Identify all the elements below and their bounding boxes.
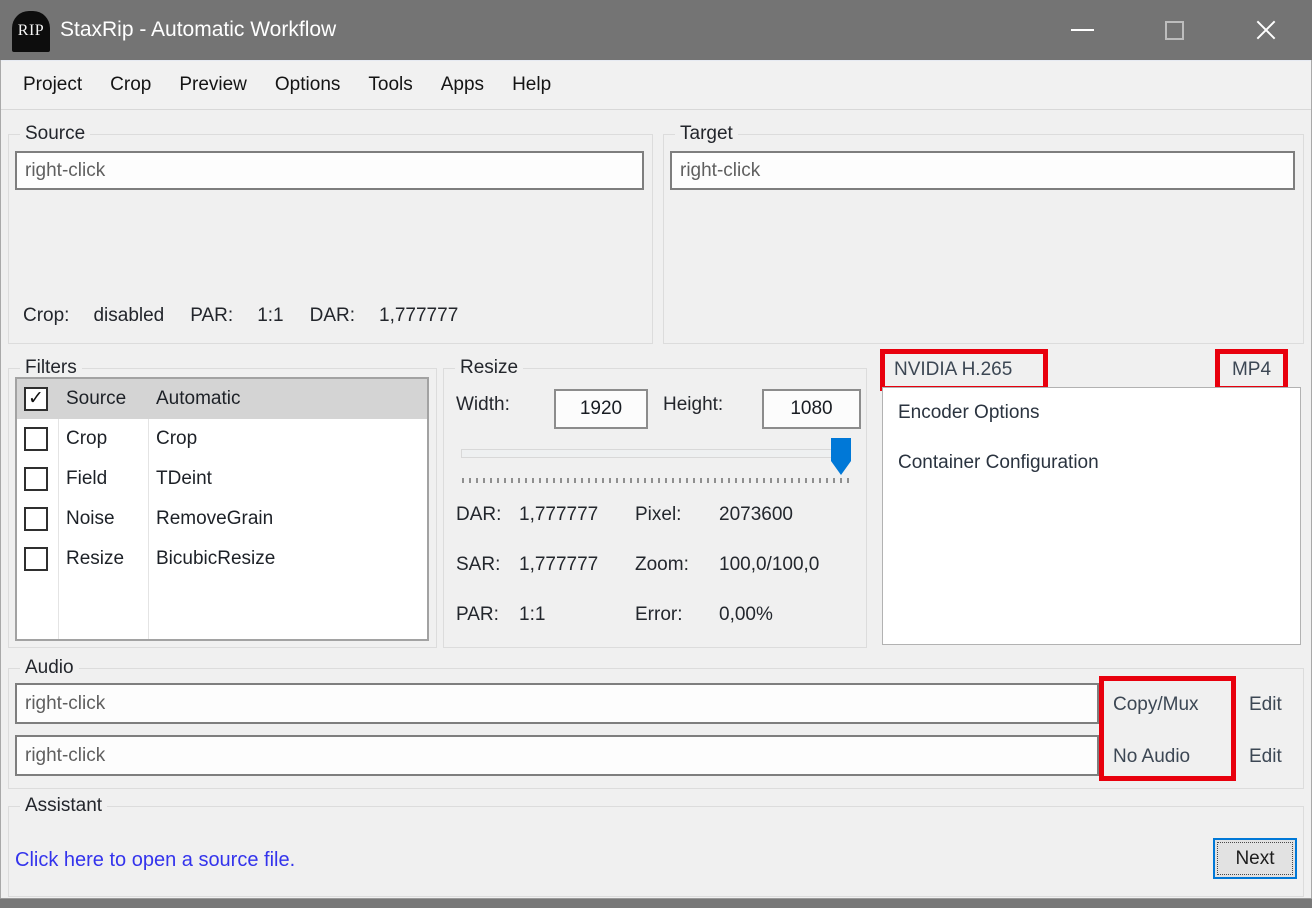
close-button[interactable]: [1220, 0, 1312, 60]
menu-preview[interactable]: Preview: [165, 61, 261, 109]
pixel-value: 2073600: [719, 504, 793, 526]
width-label: Width:: [456, 394, 510, 416]
menu-crop[interactable]: Crop: [96, 61, 165, 109]
staxrip-window: RIP StaxRip - Automatic Workflow Project…: [0, 0, 1312, 908]
encoder-panel: Encoder Options Container Configuration: [882, 387, 1301, 645]
target-group: Target: [663, 134, 1304, 344]
assistant-group: Assistant Click here to open a source fi…: [8, 806, 1304, 897]
filter-noise-checkbox[interactable]: [24, 507, 48, 531]
filter-row-field[interactable]: Field TDeint: [17, 459, 427, 499]
filter-field-checkbox[interactable]: [24, 467, 48, 491]
target-file-input[interactable]: [670, 151, 1295, 190]
dar-label: DAR:: [310, 305, 355, 326]
par-label: PAR:: [456, 604, 499, 626]
minimize-icon: [1071, 29, 1094, 31]
resize-slider-thumb[interactable]: [831, 438, 851, 475]
sar-value: 1,777777: [519, 554, 598, 576]
menu-apps[interactable]: Apps: [427, 61, 498, 109]
zoom-value: 100,0/100,0: [719, 554, 819, 576]
resize-slider-ticks: [462, 478, 850, 483]
filter-value: Crop: [156, 419, 197, 459]
filter-value: BicubicResize: [156, 539, 275, 579]
dar-value: 1,777777: [519, 504, 598, 526]
maximize-button[interactable]: [1128, 0, 1220, 60]
audio-track1-input[interactable]: [15, 683, 1099, 724]
audio-track1-edit[interactable]: Edit: [1249, 691, 1282, 718]
zoom-label: Zoom:: [635, 554, 689, 576]
container-configuration-item[interactable]: Container Configuration: [898, 449, 1099, 476]
stats-row-dar: DAR: 1,777777 Pixel: 2073600: [456, 499, 856, 549]
filter-row-resize[interactable]: Resize BicubicResize: [17, 539, 427, 579]
highlight-box-container: MP4: [1215, 349, 1288, 391]
filter-name: Source: [66, 379, 126, 419]
menu-project[interactable]: Project: [9, 61, 96, 109]
source-file-input[interactable]: [15, 151, 644, 190]
filters-list: ✓ Source Automatic Crop Crop Field TDein…: [15, 377, 429, 641]
filter-name: Resize: [66, 539, 124, 579]
filter-row-crop[interactable]: Crop Crop: [17, 419, 427, 459]
filter-value: TDeint: [156, 459, 212, 499]
target-group-label: Target: [675, 121, 738, 147]
maximize-icon: [1165, 21, 1184, 40]
next-button[interactable]: Next: [1213, 838, 1297, 879]
filter-name: Crop: [66, 419, 107, 459]
filter-row-source[interactable]: ✓ Source Automatic: [17, 379, 427, 419]
resize-group-label: Resize: [455, 355, 523, 381]
filter-name: Field: [66, 459, 107, 499]
filter-resize-checkbox[interactable]: [24, 547, 48, 571]
menu-bar: Project Crop Preview Options Tools Apps …: [1, 60, 1311, 110]
source-info-row: Crop: disabled PAR: 1:1 DAR: 1,777777: [23, 305, 484, 327]
filter-source-checkbox[interactable]: ✓: [24, 387, 48, 411]
error-value: 0,00%: [719, 604, 773, 626]
height-label: Height:: [663, 394, 723, 416]
height-input[interactable]: [762, 389, 861, 429]
menu-tools[interactable]: Tools: [354, 61, 426, 109]
par-value: 1:1: [257, 305, 283, 326]
crop-value: disabled: [93, 305, 164, 326]
par-label: PAR:: [190, 305, 233, 326]
open-source-file-link[interactable]: Click here to open a source file.: [15, 849, 295, 872]
audio-group: Audio Copy/Mux No Audio Edit Edit: [8, 668, 1304, 789]
crop-label: Crop:: [23, 305, 69, 326]
menu-options[interactable]: Options: [261, 61, 354, 109]
filter-row-noise[interactable]: Noise RemoveGrain: [17, 499, 427, 539]
dar-value: 1,777777: [379, 305, 458, 326]
audio-track1-mode[interactable]: Copy/Mux: [1113, 691, 1199, 718]
close-icon: [1253, 17, 1279, 43]
container-format-label[interactable]: MP4: [1220, 354, 1283, 386]
sar-label: SAR:: [456, 554, 500, 576]
encoder-options-item[interactable]: Encoder Options: [898, 399, 1040, 426]
resize-group: Resize Width: Height: DAR: 1,777777 Pixe…: [443, 368, 867, 648]
resize-slider-track[interactable]: [461, 449, 847, 458]
par-value: 1:1: [519, 604, 545, 626]
width-input[interactable]: [554, 389, 648, 429]
assistant-group-label: Assistant: [20, 793, 107, 819]
caption-buttons: [1036, 0, 1312, 60]
filter-value: Automatic: [156, 379, 240, 419]
audio-track2-edit[interactable]: Edit: [1249, 743, 1282, 770]
stats-row-sar: SAR: 1,777777 Zoom: 100,0/100,0: [456, 549, 856, 599]
audio-group-label: Audio: [20, 655, 79, 681]
window-title: StaxRip - Automatic Workflow: [60, 18, 336, 42]
pixel-label: Pixel:: [635, 504, 681, 526]
stats-row-par: PAR: 1:1 Error: 0,00%: [456, 599, 856, 649]
error-label: Error:: [635, 604, 683, 626]
audio-track2-mode[interactable]: No Audio: [1113, 743, 1190, 770]
audio-track2-input[interactable]: [15, 735, 1099, 776]
filter-crop-checkbox[interactable]: [24, 427, 48, 451]
dar-label: DAR:: [456, 504, 501, 526]
menu-help[interactable]: Help: [498, 61, 565, 109]
title-bar[interactable]: RIP StaxRip - Automatic Workflow: [0, 0, 1312, 60]
highlight-box-encoder: NVIDIA H.265: [880, 349, 1048, 391]
encoder-codec-label[interactable]: NVIDIA H.265: [885, 354, 1043, 386]
source-group: Source Crop:disabledPAR:1:1DAR:1,777777: [8, 134, 653, 344]
minimize-button[interactable]: [1036, 0, 1128, 60]
source-group-label: Source: [20, 121, 90, 147]
window-bottom-edge: [0, 898, 1312, 908]
resize-stats: DAR: 1,777777 Pixel: 2073600 SAR: 1,7777…: [456, 499, 856, 649]
filters-group: Filters ✓ Source Automatic Crop Crop Fie…: [8, 368, 437, 648]
filter-name: Noise: [66, 499, 115, 539]
app-icon: RIP: [12, 11, 50, 52]
filter-value: RemoveGrain: [156, 499, 273, 539]
